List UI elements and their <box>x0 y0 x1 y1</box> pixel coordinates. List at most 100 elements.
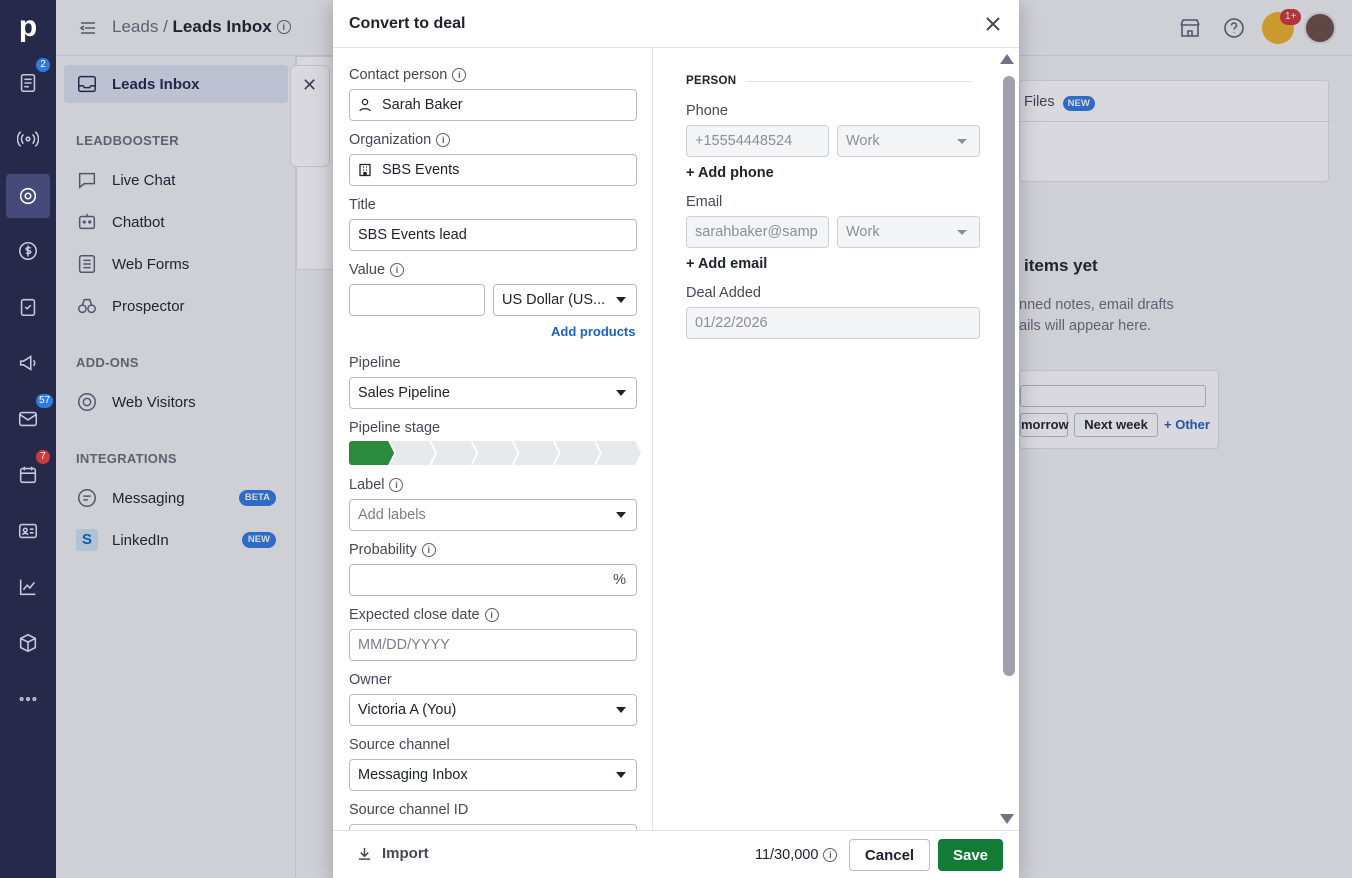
person-divider <box>746 81 972 82</box>
source-channel-value: Messaging Inbox <box>358 767 468 783</box>
pipeline-stage-step[interactable] <box>390 441 435 465</box>
chevron-down-icon <box>616 390 626 396</box>
probability-info-icon[interactable] <box>421 543 436 557</box>
download-icon <box>358 847 371 860</box>
broadcast-icon[interactable] <box>0 117 56 161</box>
labels-placeholder: Add labels <box>358 507 426 523</box>
close-date-label-text: Expected close date <box>349 607 480 623</box>
save-button[interactable]: Save <box>938 839 1003 871</box>
email-label: Email <box>686 194 723 210</box>
pipeline-stage-step[interactable] <box>431 441 476 465</box>
close-date-input[interactable]: MM/DD/YYYY <box>349 629 637 661</box>
phone-input[interactable]: +15554448524 <box>686 125 829 157</box>
activities-clipboard-icon[interactable] <box>0 285 56 329</box>
percent-unit: % <box>613 572 626 588</box>
probability-label: Probability <box>349 542 436 558</box>
activities-badge: 7 <box>36 450 50 464</box>
source-channel-select[interactable]: Messaging Inbox <box>349 759 637 791</box>
organization-value: SBS Events <box>382 162 460 178</box>
currency-select[interactable]: US Dollar (US... <box>493 284 637 316</box>
scroll-up-arrow[interactable] <box>1000 54 1014 64</box>
deal-added-label: Deal Added <box>686 285 761 301</box>
pipeline-stage-step[interactable] <box>555 441 600 465</box>
chevron-down-icon <box>957 139 967 144</box>
contact-person-label: Contact person <box>349 67 467 83</box>
label-label-text: Label <box>349 477 385 493</box>
contact-info-icon[interactable] <box>452 68 467 82</box>
pipeline-stage-label: Pipeline stage <box>349 420 441 436</box>
form-scrollbar[interactable] <box>1003 76 1015 676</box>
pipeline-stage-step[interactable] <box>514 441 559 465</box>
chevron-down-icon <box>957 230 967 235</box>
email-input[interactable]: sarahbaker@samp <box>686 216 829 248</box>
mail-badge: 57 <box>36 394 54 408</box>
value-label-text: Value <box>349 262 386 278</box>
contact-person-value: Sarah Baker <box>382 97 463 113</box>
close-date-label: Expected close date <box>349 607 499 623</box>
probability-input[interactable]: % <box>349 564 637 596</box>
pipeline-value: Sales Pipeline <box>358 385 450 401</box>
chevron-down-icon <box>616 297 626 303</box>
close-date-info-icon[interactable] <box>484 608 499 622</box>
more-dots-icon[interactable] <box>0 677 56 721</box>
campaigns-megaphone-icon[interactable] <box>0 341 56 385</box>
deal-form-column: Contact person Sarah Baker Organization … <box>333 48 653 830</box>
contact-person-label-text: Contact person <box>349 67 448 83</box>
owner-value: Victoria A (You) <box>358 702 457 718</box>
owner-select[interactable]: Victoria A (You) <box>349 694 637 726</box>
convert-to-deal-modal: Convert to deal Contact person Sarah Bak… <box>333 0 1019 878</box>
labels-select[interactable]: Add labels <box>349 499 637 531</box>
pipeline-label: Pipeline <box>349 355 401 371</box>
pipeline-stage-step[interactable] <box>472 441 517 465</box>
label-label: Label <box>349 477 404 493</box>
label-info-icon[interactable] <box>389 478 404 492</box>
value-label: Value <box>349 262 405 278</box>
organization-info-icon[interactable] <box>436 133 451 147</box>
value-info-icon[interactable] <box>390 263 405 277</box>
building-icon <box>359 163 371 177</box>
organization-label: Organization <box>349 132 451 148</box>
deals-dollar-icon[interactable] <box>0 229 56 273</box>
email-type-value: Work <box>846 224 880 240</box>
scroll-down-arrow[interactable] <box>1000 814 1014 824</box>
chevron-down-icon <box>616 772 626 778</box>
title-label: Title <box>349 197 376 213</box>
probability-label-text: Probability <box>349 542 417 558</box>
value-amount-input[interactable] <box>349 284 485 316</box>
contacts-card-icon[interactable] <box>0 509 56 553</box>
modal-header: Convert to deal <box>333 0 1019 48</box>
pipeline-stage-step[interactable] <box>349 441 394 465</box>
organization-label-text: Organization <box>349 132 432 148</box>
pipeline-stage-selector <box>349 441 637 465</box>
currency-value: US Dollar (US... <box>502 292 606 308</box>
products-box-icon[interactable] <box>0 621 56 665</box>
pipedrive-logo[interactable]: p <box>16 10 40 44</box>
import-label: Import <box>382 845 429 862</box>
counter-value: 11/30,000 <box>755 847 819 863</box>
pipeline-select[interactable]: Sales Pipeline <box>349 377 637 409</box>
modal-close-icon[interactable] <box>983 14 1003 34</box>
cancel-button[interactable]: Cancel <box>849 839 930 871</box>
person-section-title: PERSON <box>686 75 737 87</box>
modal-title: Convert to deal <box>349 14 466 32</box>
app-rail: p 2 57 7 <box>0 0 56 878</box>
person-column: PERSON Phone +15554448524 Work + Add pho… <box>654 48 1019 830</box>
add-products-link[interactable]: Add products <box>551 324 636 339</box>
phone-type-select[interactable]: Work <box>837 125 980 157</box>
owner-label: Owner <box>349 672 392 688</box>
pipeline-stage-step[interactable] <box>596 441 641 465</box>
insights-chart-icon[interactable] <box>0 565 56 609</box>
title-input[interactable]: SBS Events lead <box>349 219 637 251</box>
organization-field[interactable]: SBS Events <box>349 154 637 186</box>
leadbooster-nav-icon[interactable] <box>6 174 50 218</box>
import-button[interactable]: Import <box>357 845 429 862</box>
deal-added-input: 01/22/2026 <box>686 307 980 339</box>
leads-badge: 2 <box>36 58 50 72</box>
email-type-select[interactable]: Work <box>837 216 980 248</box>
character-counter: 11/30,000 <box>755 847 838 863</box>
counter-info-icon[interactable] <box>823 848 838 862</box>
add-email-link[interactable]: + Add email <box>686 256 767 272</box>
modal-footer: Import 11/30,000 Cancel Save <box>333 830 1019 878</box>
contact-person-field[interactable]: Sarah Baker <box>349 89 637 121</box>
add-phone-link[interactable]: + Add phone <box>686 165 774 181</box>
